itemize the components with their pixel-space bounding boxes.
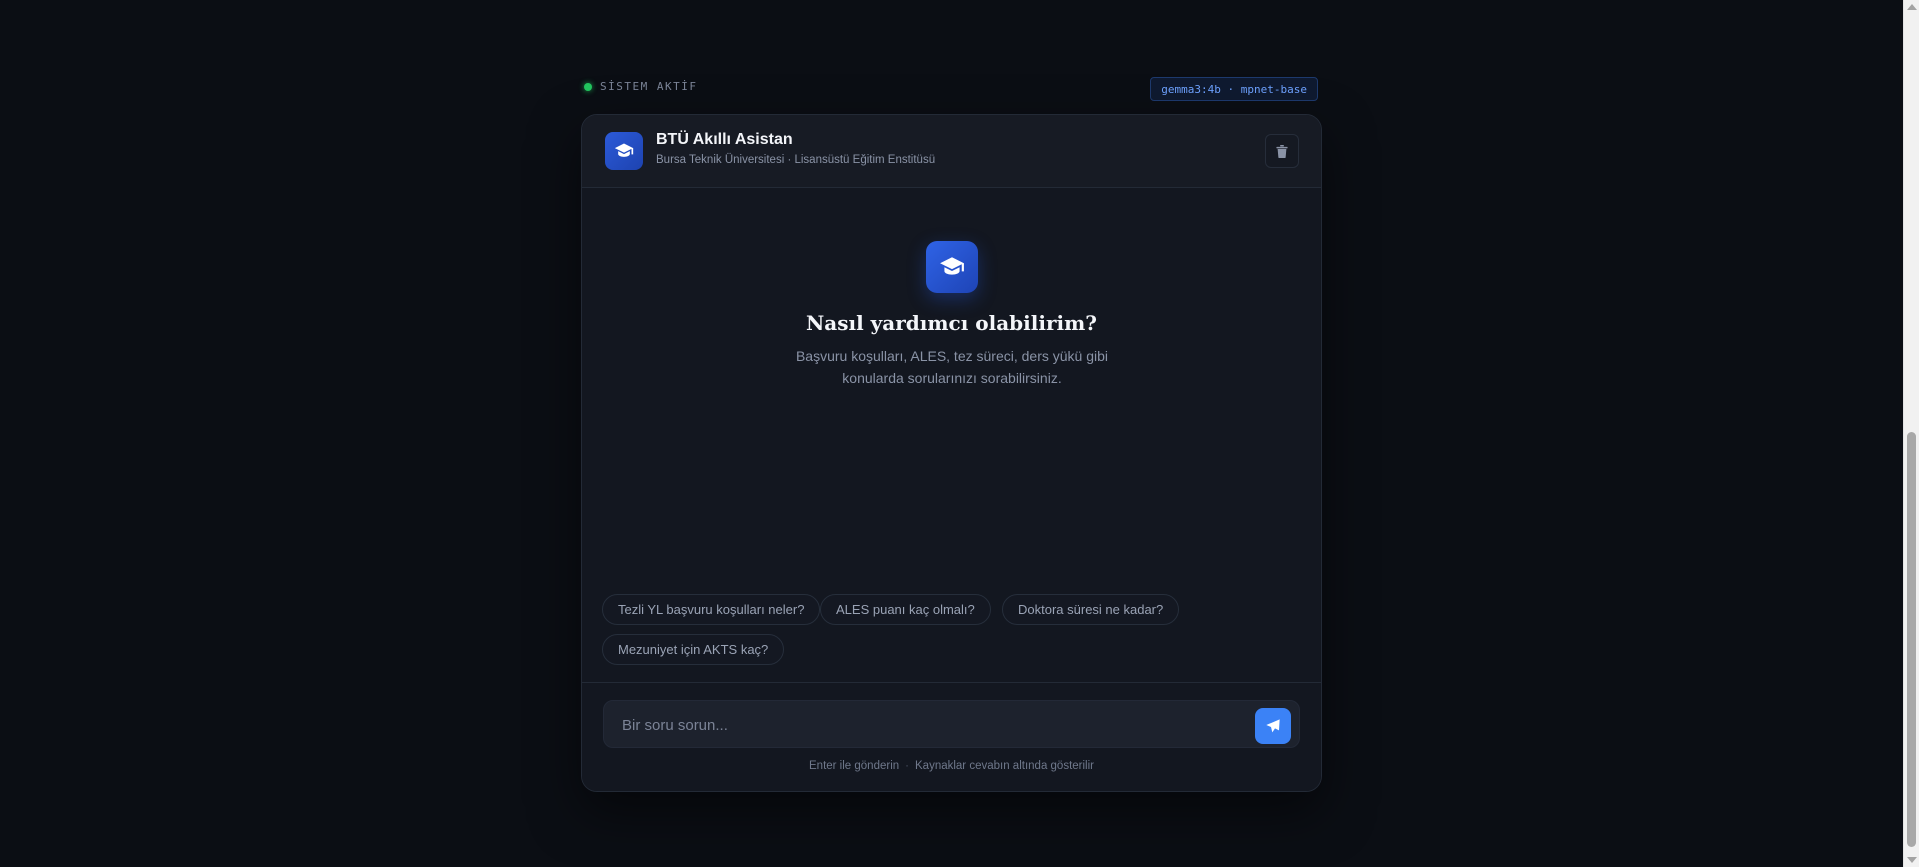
page-scrollbar[interactable] — [1903, 0, 1919, 867]
system-status: SİSTEM AKTİF — [584, 80, 697, 93]
chat-header: BTÜ Akıllı Asistan Bursa Teknik Üniversi… — [582, 115, 1321, 188]
graduation-cap-icon — [926, 241, 978, 293]
suggestion-chip[interactable]: Doktora süresi ne kadar? — [1002, 594, 1180, 625]
model-badge: gemma3:4b · mpnet-base — [1150, 77, 1318, 101]
suggestion-chip[interactable]: Mezuniyet için AKTS kaç? — [602, 634, 785, 665]
status-label: SİSTEM AKTİF — [600, 80, 698, 93]
send-hint: Enter ile gönderin — [809, 760, 900, 772]
scroll-down-arrow-icon[interactable] — [1907, 857, 1917, 863]
send-button[interactable] — [1255, 708, 1291, 744]
question-input[interactable] — [620, 701, 1244, 749]
welcome-description: Başvuru koşulları, ALES, tez süreci, der… — [795, 348, 1109, 386]
assistant-title: BTÜ Akıllı Asistan — [656, 131, 793, 148]
paper-plane-icon — [1266, 719, 1280, 733]
page: SİSTEM AKTİF gemma3:4b · mpnet-base BTÜ … — [0, 0, 1919, 867]
sources-hint: Kaynaklar cevabın altında gösterilir — [915, 760, 1094, 772]
assistant-subtitle: Bursa Teknik Üniversitesi · Lisansüstü E… — [656, 154, 936, 166]
suggestion-chip[interactable]: Tezli YL başvuru koşulları neler? — [602, 594, 821, 625]
scroll-thumb[interactable] — [1907, 432, 1916, 847]
composer-hint: Enter ile gönderin · Kaynaklar cevabın alt… — [582, 760, 1321, 772]
status-indicator-dot — [584, 82, 592, 91]
clear-chat-button[interactable] — [1265, 134, 1299, 168]
composer-box — [603, 700, 1300, 749]
status-row: SİSTEM AKTİF gemma3:4b · mpnet-base — [581, 77, 1318, 101]
hint-separator: · — [905, 760, 909, 772]
trash-icon — [1276, 144, 1288, 158]
composer: Enter ile gönderin · Kaynaklar cevabın alt… — [582, 682, 1321, 791]
suggestion-chip[interactable]: ALES puanı kaç olmalı? — [820, 594, 991, 625]
scroll-up-arrow-icon[interactable] — [1907, 4, 1917, 10]
welcome-title: Nasıl yardımcı olabilirim? — [806, 311, 1097, 335]
graduation-cap-icon — [605, 132, 643, 170]
chat-card: BTÜ Akıllı Asistan Bursa Teknik Üniversi… — [581, 114, 1322, 792]
